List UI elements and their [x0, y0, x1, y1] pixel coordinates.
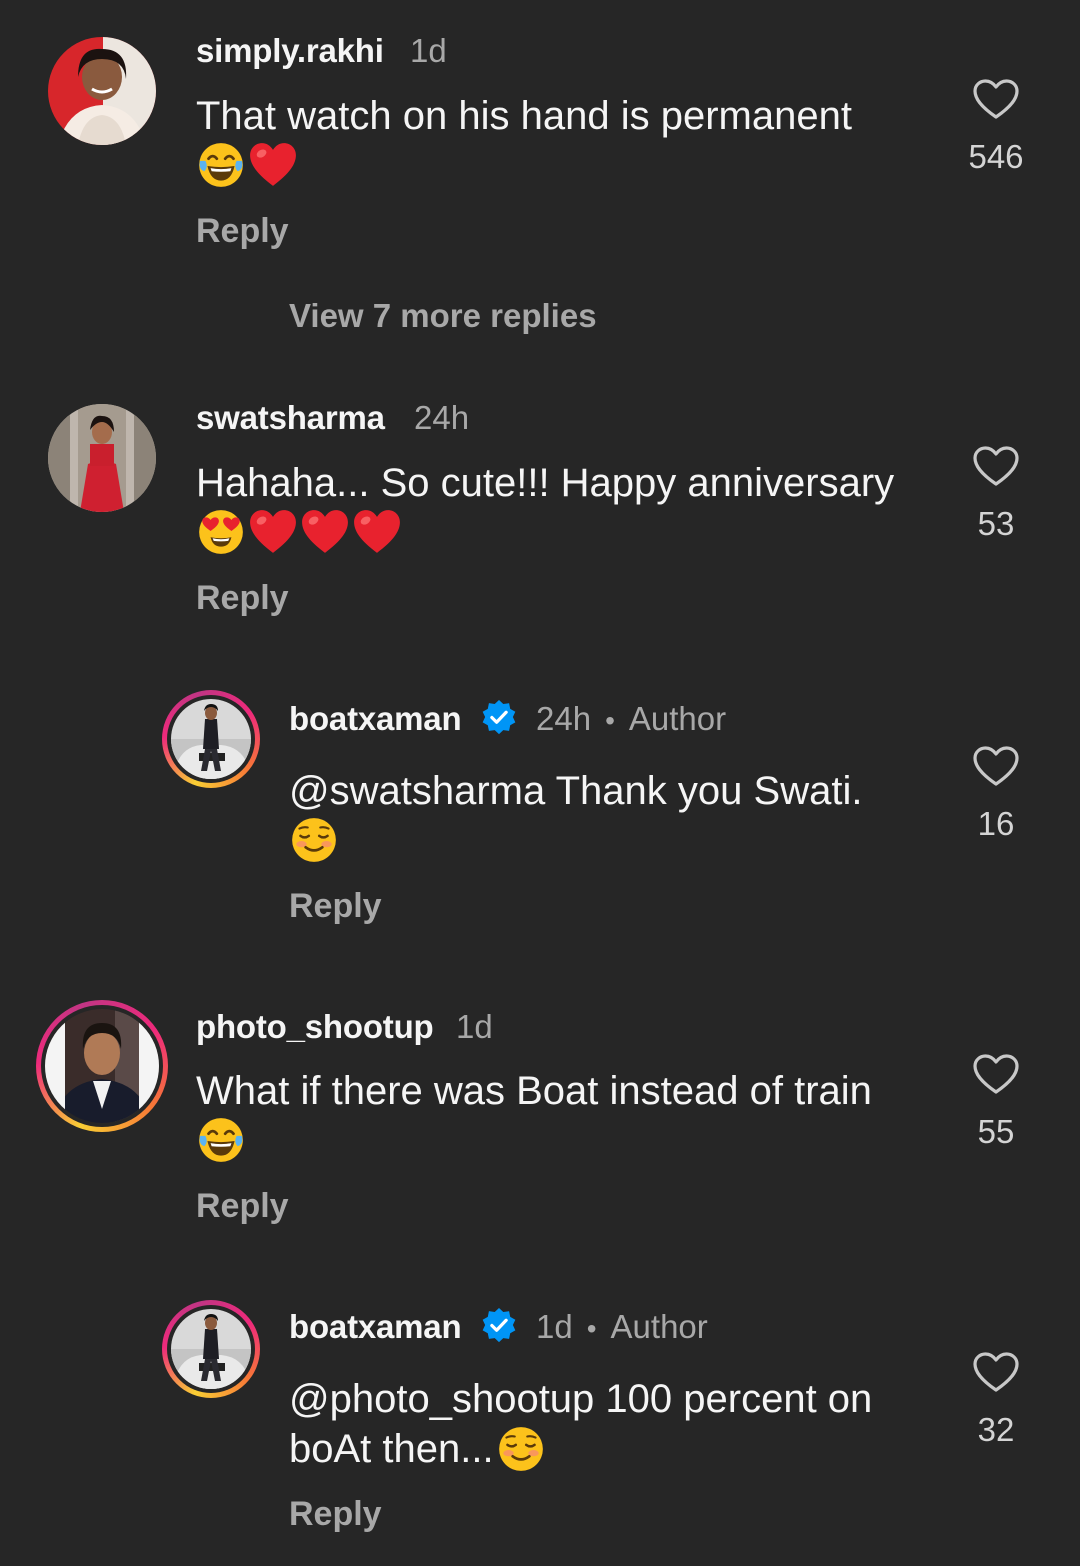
laugh-tears-emoji-icon: [196, 1115, 246, 1165]
story-ring[interactable]: [162, 1300, 260, 1398]
heart-outline-icon: [972, 1349, 1020, 1397]
comment-emojis: [196, 507, 402, 557]
reply-item: boatxaman 1d • Author @photo_shootup 100 p…: [0, 1298, 1080, 1566]
comment-username[interactable]: swatsharma: [196, 399, 385, 437]
avatar[interactable]: [48, 37, 156, 145]
red-heart-emoji-icon: [352, 507, 402, 557]
heart-outline-icon: [972, 76, 1020, 124]
laugh-tears-emoji-icon: [196, 140, 246, 190]
like-button[interactable]: 55: [941, 1051, 1051, 1151]
username-text: boatxaman: [289, 700, 462, 737]
author-label: Author: [610, 1308, 708, 1345]
like-count: 32: [977, 1411, 1015, 1448]
avatar: [45, 1009, 159, 1123]
comment-emojis: [196, 140, 298, 190]
reply-button[interactable]: Reply: [196, 212, 289, 251]
story-ring[interactable]: [162, 690, 260, 788]
comment-text: That watch on his hand is permanent: [196, 94, 852, 138]
reply-button[interactable]: Reply: [196, 579, 289, 618]
reply-button[interactable]: Reply: [289, 887, 382, 926]
like-count: 16: [977, 805, 1015, 842]
comment-text: @swatsharma Thank you Swati.: [289, 769, 863, 813]
comment-text-line: @photo_shootup 100 percent on: [289, 1377, 873, 1421]
smiling-blush-emoji-icon: [289, 815, 339, 865]
verified-badge-icon: [480, 699, 518, 737]
comment-text: @photo_shootup 100 percent on boAt then.…: [289, 1375, 929, 1474]
comment-meta: 24h • Author: [480, 700, 726, 740]
heart-outline-icon: [972, 443, 1020, 491]
comment-text: What if there was Boat instead of train: [196, 1069, 872, 1113]
like-count: 55: [977, 1113, 1015, 1150]
comment-username[interactable]: boatxaman: [289, 1308, 462, 1346]
view-more-replies-button[interactable]: View 7 more replies: [289, 297, 597, 335]
comment-item: simply.rakhi 1d That watch on his hand i…: [0, 0, 1080, 350]
separator-dot: •: [605, 705, 615, 736]
comment-time: 1d: [536, 1308, 573, 1345]
like-button[interactable]: 546: [941, 76, 1051, 176]
like-button[interactable]: 16: [941, 743, 1051, 843]
red-heart-emoji-icon: [248, 140, 298, 190]
avatar: [171, 699, 251, 779]
comment-item: swatsharma 24h Hahaha... So cute!!! Happ…: [0, 390, 1080, 640]
comment-text-line: boAt then...: [289, 1424, 929, 1474]
comment-time: 24h: [536, 700, 592, 737]
heart-outline-icon: [972, 743, 1020, 791]
comment-emojis: [196, 1115, 246, 1165]
story-ring[interactable]: [36, 1000, 168, 1132]
comment-username[interactable]: boatxaman: [289, 700, 462, 738]
username-text: boatxaman: [289, 1308, 462, 1345]
comment-meta: 1d • Author: [480, 1308, 708, 1348]
author-label: Author: [628, 700, 727, 737]
reply-button[interactable]: Reply: [289, 1495, 382, 1534]
comment-time: 24h: [414, 399, 470, 436]
comment-username[interactable]: simply.rakhi: [196, 32, 384, 70]
comment-text: Hahaha... So cute!!! Happy anniversary: [196, 461, 895, 505]
like-button[interactable]: 53: [941, 443, 1051, 543]
like-count: 53: [977, 505, 1015, 542]
avatar: [171, 1309, 251, 1389]
comment-username[interactable]: photo_shootup: [196, 1008, 434, 1046]
verified-badge-icon: [480, 1307, 518, 1345]
comment-item: photo_shootup 1d What if there was Boat …: [0, 998, 1080, 1248]
separator-dot: •: [586, 1313, 597, 1344]
comment-emojis: [289, 815, 339, 865]
reply-item: boatxaman 24h • Author @swatsharma Thank y…: [0, 690, 1080, 950]
red-heart-emoji-icon: [248, 507, 298, 557]
avatar[interactable]: [48, 404, 156, 512]
reply-button[interactable]: Reply: [196, 1187, 289, 1226]
comment-time: 1d: [456, 1008, 493, 1045]
comment-text-fragment: boAt then...: [289, 1426, 494, 1471]
comment-time: 1d: [410, 32, 447, 69]
like-button[interactable]: 32: [941, 1349, 1051, 1449]
red-heart-emoji-icon: [300, 507, 350, 557]
like-count: 546: [968, 138, 1024, 175]
heart-eyes-emoji-icon: [196, 507, 246, 557]
smiling-blush-emoji-icon: [496, 1424, 546, 1474]
heart-outline-icon: [972, 1051, 1020, 1099]
